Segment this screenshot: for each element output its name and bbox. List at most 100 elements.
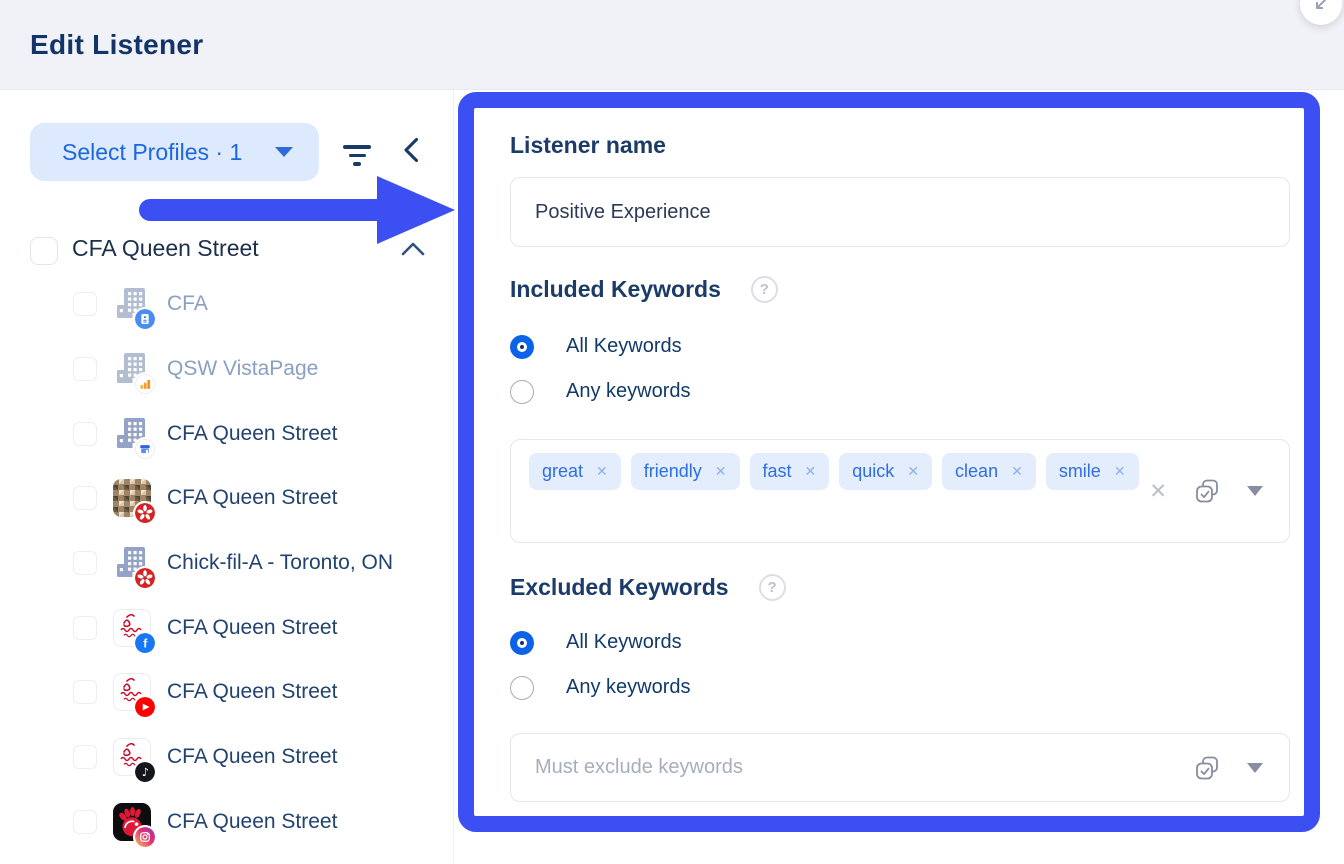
profile-list-item[interactable]: CFA (0, 272, 454, 337)
svg-text:♪: ♪ (142, 765, 149, 779)
profile-label: CFA Queen Street (167, 486, 337, 510)
keyword-chip: quick ✕ (839, 453, 932, 490)
keyword-chip-label: fast (763, 461, 792, 482)
radio-option[interactable]: All Keywords (510, 620, 691, 665)
listener-name-field (510, 177, 1290, 247)
collapse-sidebar-button[interactable] (399, 136, 427, 170)
select-profiles-label: Select Profiles · 1 (62, 139, 242, 166)
keyword-chip-label: clean (955, 461, 998, 482)
clear-keywords-icon[interactable]: ✕ (1149, 481, 1167, 502)
yelp-icon (133, 501, 157, 525)
keyword-chip: fast ✕ (750, 453, 830, 490)
keyword-chip-label: friendly (644, 461, 702, 482)
profile-list-item[interactable]: CFA Queen Street (0, 401, 454, 466)
profile-checkbox[interactable] (73, 486, 97, 510)
profile-checkbox[interactable] (73, 616, 97, 640)
profile-avatar (113, 415, 151, 453)
profile-list: CFA QSW VistaPage CFA Queen Street (0, 272, 454, 854)
profile-list-item[interactable]: CFA Queen Street (0, 466, 454, 531)
filter-button[interactable] (341, 142, 373, 170)
page-title: Edit Listener (30, 29, 204, 61)
remove-keyword-icon[interactable]: ✕ (596, 463, 608, 480)
profile-list-item[interactable]: f CFA Queen Street (0, 595, 454, 660)
profile-label: CFA (167, 292, 208, 316)
group-collapse-button[interactable] (400, 240, 426, 258)
profile-avatar (113, 673, 151, 711)
listener-name-label: Listener name (510, 132, 666, 159)
filter-icon (343, 145, 371, 149)
remove-keyword-icon[interactable]: ✕ (805, 463, 817, 480)
remove-keyword-icon[interactable]: ✕ (715, 463, 727, 480)
excluded-keywords-box (510, 733, 1290, 802)
expand-keywords-icon[interactable] (1247, 486, 1263, 496)
profile-list-item[interactable]: ♪ CFA Queen Street (0, 725, 454, 790)
yelp-icon (133, 566, 157, 590)
profile-avatar (113, 479, 151, 517)
profile-avatar (113, 350, 151, 388)
profile-checkbox[interactable] (73, 680, 97, 704)
radio-button[interactable] (510, 380, 534, 404)
included-keywords-box[interactable]: great ✕ friendly ✕ fast ✕ quick ✕ clean … (510, 439, 1290, 543)
profile-label: CFA Queen Street (167, 810, 337, 834)
contact-card-icon (133, 307, 157, 331)
remove-keyword-icon[interactable]: ✕ (907, 463, 919, 480)
excluded-keywords-input[interactable] (511, 734, 1289, 801)
keyword-chip-label: smile (1059, 461, 1101, 482)
profile-checkbox[interactable] (73, 810, 97, 834)
profile-avatar (113, 803, 151, 841)
excluded-keywords-title: Excluded Keywords (510, 574, 729, 601)
profile-label: CFA Queen Street (167, 616, 337, 640)
group-checkbox[interactable] (30, 237, 58, 265)
select-profiles-dropdown[interactable]: Select Profiles · 1 (30, 123, 319, 181)
profile-checkbox[interactable] (73, 551, 97, 575)
radio-button[interactable] (510, 631, 534, 655)
listener-name-input[interactable] (511, 178, 1289, 246)
google-business-icon (133, 437, 157, 461)
chevron-up-icon (400, 240, 426, 258)
radio-button[interactable] (510, 676, 534, 700)
profile-checkbox[interactable] (73, 422, 97, 446)
profile-avatar (113, 544, 151, 582)
profile-label: CFA Queen Street (167, 680, 337, 704)
profile-label: Chick-fil-A - Toronto, ON (167, 551, 393, 575)
included-match-options: All Keywords Any keywords (510, 324, 691, 414)
excluded-keywords-header: Excluded Keywords ? (510, 574, 786, 601)
radio-option[interactable]: Any keywords (510, 369, 691, 414)
profile-list-item[interactable]: CFA Queen Street (0, 660, 454, 725)
keyword-chip-label: great (542, 461, 583, 482)
remove-keyword-icon[interactable]: ✕ (1011, 463, 1023, 480)
copy-keywords-icon[interactable] (1193, 754, 1221, 782)
annotation-arrow-tail (139, 199, 389, 221)
expand-keywords-icon[interactable] (1247, 763, 1263, 773)
radio-label: All Keywords (566, 335, 682, 358)
profiles-sidebar: Select Profiles · 1 CFA Queen Street CFA (0, 90, 454, 864)
keyword-chip: great ✕ (529, 453, 621, 490)
radio-button[interactable] (510, 335, 534, 359)
group-label: CFA Queen Street (72, 235, 259, 262)
page-header: Edit Listener (0, 0, 1344, 90)
profile-avatar: ♪ (113, 738, 151, 776)
profile-list-item[interactable]: CFA Queen Street (0, 790, 454, 855)
included-keywords-header: Included Keywords ? (510, 276, 778, 303)
profile-list-item[interactable]: Chick-fil-A - Toronto, ON (0, 531, 454, 596)
radio-option[interactable]: Any keywords (510, 665, 691, 710)
facebook-icon: f (133, 631, 157, 655)
exclude-box-controls (1193, 754, 1263, 782)
radio-label: Any keywords (566, 380, 691, 403)
remove-keyword-icon[interactable]: ✕ (1114, 463, 1126, 480)
help-icon[interactable]: ? (751, 276, 778, 303)
instagram-icon (133, 825, 157, 849)
profile-checkbox[interactable] (73, 745, 97, 769)
annotation-arrow-icon (377, 176, 455, 244)
help-icon[interactable]: ? (759, 574, 786, 601)
radio-label: All Keywords (566, 631, 682, 654)
tiktok-icon: ♪ (133, 760, 157, 784)
radio-label: Any keywords (566, 676, 691, 699)
included-keywords-title: Included Keywords (510, 276, 721, 303)
profile-checkbox[interactable] (73, 357, 97, 381)
analytics-icon (133, 372, 157, 396)
profile-list-item[interactable]: QSW VistaPage (0, 337, 454, 402)
radio-option[interactable]: All Keywords (510, 324, 691, 369)
profile-checkbox[interactable] (73, 292, 97, 316)
copy-keywords-icon[interactable] (1193, 477, 1221, 505)
